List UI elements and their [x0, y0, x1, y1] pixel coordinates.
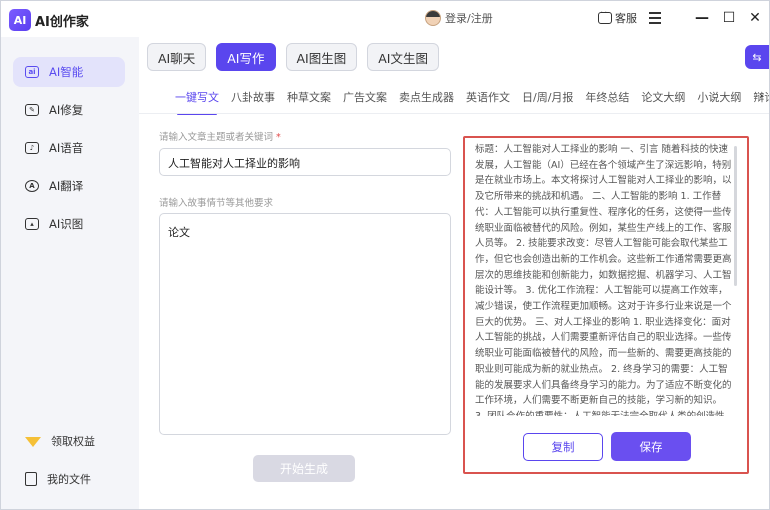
ai-smart-icon: ai [25, 66, 39, 78]
subtab-novel-outline[interactable]: 小说大纲 [697, 89, 741, 109]
start-generate-button[interactable]: 开始生成 [253, 455, 355, 482]
voice-icon: ♪ [25, 142, 39, 154]
file-icon [25, 472, 37, 486]
top-tabs: AI聊天 AI写作 AI图生图 AI文生图 [147, 43, 439, 71]
maximize-icon[interactable]: ☐ [722, 10, 736, 26]
chevron-right-icon[interactable]: › [759, 89, 763, 102]
customer-service-button[interactable]: 客服 [598, 8, 637, 26]
login-label: 登录/注册 [445, 12, 493, 25]
translate-icon: A [25, 180, 39, 192]
subtab-selling-point[interactable]: 卖点生成器 [399, 89, 454, 109]
app-logo-icon: AI [9, 9, 31, 31]
subtab-year-summary[interactable]: 年终总结 [585, 89, 629, 109]
my-files-button[interactable]: 我的文件 [25, 471, 91, 487]
sidebar-item-label: AI翻译 [49, 179, 84, 193]
tab-ai-chat[interactable]: AI聊天 [147, 43, 207, 71]
sidebar-item-label: AI识图 [49, 217, 84, 231]
menu-icon[interactable] [649, 12, 661, 24]
result-scrollbar[interactable] [734, 146, 737, 286]
topic-label: 请输入文章主题或者关键词 * [159, 132, 281, 143]
topic-input[interactable]: 人工智能对人工择业的影响 [159, 148, 451, 176]
claim-benefits-label: 领取权益 [51, 435, 95, 448]
panel-toggle-icon[interactable]: ⇆ [745, 45, 769, 69]
sidebar-item-ai-image-recognition[interactable]: ▴ AI识图 [13, 209, 125, 239]
title-bar: AI AI创作家 登录/注册 客服 — ☐ ✕ [1, 1, 769, 37]
result-text: 标题：人工智能对人工择业的影响 一、引言 随着科技的快速发展，人工智能（AI）已… [475, 144, 732, 416]
tab-ai-text-to-image[interactable]: AI文生图 [367, 43, 439, 71]
subtab-paper-outline[interactable]: 论文大纲 [641, 89, 685, 109]
subtab-daily-report[interactable]: 日/周/月报 [522, 89, 573, 109]
result-panel: 标题：人工智能对人工择业的影响 一、引言 随着科技的快速发展，人工智能（AI）已… [463, 136, 749, 474]
writing-subtabs: 一键写文 八卦故事 种草文案 广告文案 卖点生成器 英语作文 日/周/月报 年终… [175, 89, 769, 115]
subtab-english-essay[interactable]: 英语作文 [466, 89, 510, 109]
subtab-one-click-write[interactable]: 一键写文 [175, 89, 219, 115]
minimize-icon[interactable]: — [695, 10, 709, 26]
sidebar-item-ai-translate[interactable]: A AI翻译 [13, 171, 125, 201]
app-window: AI AI创作家 登录/注册 客服 — ☐ ✕ ai AI智能 ✎ AI修复 ♪… [0, 0, 770, 510]
sidebar-item-ai-voice[interactable]: ♪ AI语音 [13, 133, 125, 163]
sidebar: ai AI智能 ✎ AI修复 ♪ AI语音 A AI翻译 ▴ AI识图 领取权益… [1, 37, 139, 509]
sidebar-item-label: AI语音 [49, 141, 84, 155]
claim-benefits-button[interactable]: 领取权益 [25, 433, 95, 449]
subtab-ad-copy[interactable]: 广告文案 [343, 89, 387, 109]
sidebar-item-ai-smart[interactable]: ai AI智能 [13, 57, 125, 87]
login-register-button[interactable]: 登录/注册 [425, 10, 493, 26]
tab-ai-image-to-image[interactable]: AI图生图 [285, 43, 358, 71]
subtab-divider [139, 113, 769, 114]
close-icon[interactable]: ✕ [748, 10, 762, 26]
image-recognition-icon: ▴ [25, 218, 39, 230]
tab-ai-writing[interactable]: AI写作 [216, 43, 276, 71]
repair-icon: ✎ [25, 104, 39, 116]
detail-label: 请输入故事情节等其他要求 [159, 198, 274, 209]
vip-crown-icon [25, 435, 41, 447]
subtab-recommend-copy[interactable]: 种草文案 [287, 89, 331, 109]
my-files-label: 我的文件 [47, 473, 91, 486]
sidebar-item-label: AI智能 [49, 65, 84, 79]
service-label: 客服 [615, 12, 637, 25]
sidebar-item-label: AI修复 [49, 103, 84, 117]
avatar-icon [425, 10, 441, 26]
app-title: AI创作家 [35, 15, 89, 30]
required-mark: * [276, 132, 281, 143]
copy-button[interactable]: 复制 [523, 433, 603, 461]
subtab-gossip-story[interactable]: 八卦故事 [231, 89, 275, 109]
save-button[interactable]: 保存 [611, 432, 691, 461]
sidebar-item-ai-repair[interactable]: ✎ AI修复 [13, 95, 125, 125]
chat-icon [598, 8, 612, 24]
detail-textarea[interactable]: 论文 [159, 213, 451, 435]
main-content: AI聊天 AI写作 AI图生图 AI文生图 ⇆ 一键写文 八卦故事 种草文案 广… [139, 37, 769, 509]
